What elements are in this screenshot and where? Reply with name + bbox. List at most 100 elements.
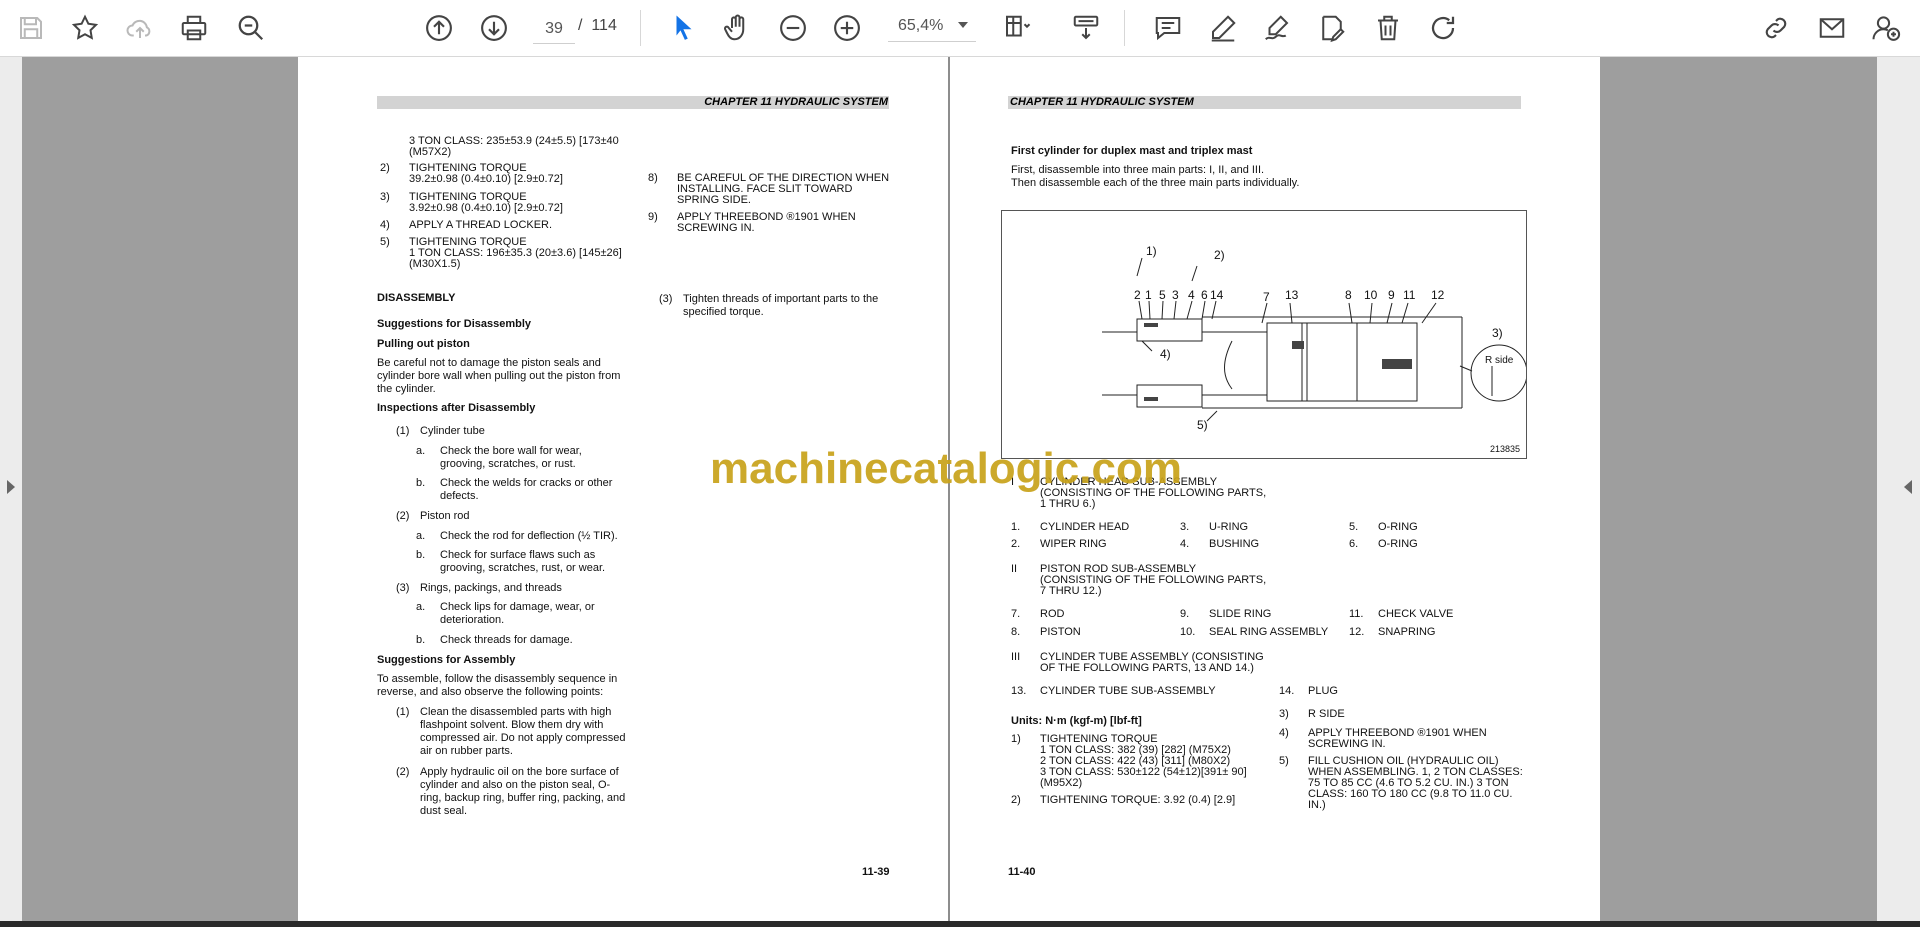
draw-sign-icon[interactable] xyxy=(1258,9,1296,47)
total-pages: 114 xyxy=(591,17,617,34)
part-number: 7. xyxy=(1011,608,1021,620)
expand-left-panel-icon[interactable] xyxy=(7,480,15,494)
part-number: 5. xyxy=(1349,521,1359,533)
edit-text-icon[interactable] xyxy=(1313,9,1351,47)
hand-tool-icon[interactable] xyxy=(718,9,756,47)
cloud-upload-icon[interactable] xyxy=(121,9,159,47)
cylinder-diagram: 2 1 5 3 4 6 14 7 13 8 10 9 11 12 1) 2) 3… xyxy=(1001,210,1528,459)
diagram-callout: 1) xyxy=(1146,244,1157,258)
page-number: 11-39 xyxy=(862,866,890,878)
chevron-down-icon[interactable] xyxy=(958,22,968,28)
list-item: Apply hydraulic oil on the bore surface … xyxy=(420,766,619,778)
cylinder-drawing: 2 1 5 3 4 6 14 7 13 8 10 9 11 12 1) 2) 3… xyxy=(1102,244,1528,454)
share-link-icon[interactable] xyxy=(1757,9,1795,47)
print-icon[interactable] xyxy=(175,9,213,47)
group-number: II xyxy=(1011,563,1018,575)
list-letter: b. xyxy=(416,477,426,489)
page-separator: / xyxy=(578,17,583,34)
list-item: ring, backup ring, buffer ring, packing,… xyxy=(420,792,626,804)
subsection-heading: Inspections after Disassembly xyxy=(377,402,536,414)
diagram-callout: 3 xyxy=(1172,288,1179,302)
list-letter: a. xyxy=(416,601,426,613)
paragraph-line: cylinder bore wall when pulling out the … xyxy=(377,370,621,382)
zoom-level-select[interactable]: 65,4% xyxy=(888,14,976,42)
note-number: 4) xyxy=(380,219,390,231)
zoom-search-icon[interactable] xyxy=(232,9,270,47)
group-title: 7 THRU 12.) xyxy=(1040,585,1102,597)
note-number: 9) xyxy=(648,211,658,223)
chapter-header: CHAPTER 11 HYDRAULIC SYSTEM xyxy=(377,96,889,109)
add-user-icon[interactable] xyxy=(1867,9,1905,47)
list-item: Clean the disassembled parts with high xyxy=(420,706,612,718)
part-number: 9. xyxy=(1180,608,1190,620)
list-item: Cylinder tube xyxy=(420,425,485,437)
part-name: WIPER RING xyxy=(1040,538,1107,550)
figure-id: 213835 xyxy=(1490,444,1520,454)
part-number: 12. xyxy=(1349,626,1365,638)
list-letter: a. xyxy=(416,445,426,457)
list-item: Check lips for damage, wear, or xyxy=(440,601,595,613)
spec-line: (M57X2) xyxy=(409,146,452,158)
list-item: cylinder and also on the piston seal, O- xyxy=(420,779,611,791)
list-item: dust seal. xyxy=(420,805,468,817)
expand-right-panel-icon[interactable] xyxy=(1904,480,1912,494)
paragraph-line: the cylinder. xyxy=(377,383,436,395)
spec-line: SCREWING IN. xyxy=(1308,738,1386,750)
section-heading: DISASSEMBLY xyxy=(377,292,456,304)
list-item: Check the welds for cracks or other xyxy=(440,477,613,489)
diagram-callout: 10 xyxy=(1364,288,1378,302)
diagram-callout: R side xyxy=(1485,355,1514,366)
part-number: 11. xyxy=(1349,608,1364,620)
list-letter: b. xyxy=(416,634,426,646)
list-letter: a. xyxy=(416,530,426,542)
diagram-callout: 9 xyxy=(1388,288,1395,302)
diagram-callout: 13 xyxy=(1285,288,1299,302)
part-number: 2. xyxy=(1011,538,1021,550)
spec-line: 39.2±0.98 (0.4±0.10) [2.9±0.72] xyxy=(409,173,563,185)
spec-line: IN.) xyxy=(1308,799,1326,811)
comment-icon[interactable] xyxy=(1149,9,1187,47)
spec-line: 3.92±0.98 (0.4±0.10) [2.9±0.72] xyxy=(409,202,563,214)
paragraph-line: Then disassemble each of the three main … xyxy=(1011,177,1300,189)
save-icon[interactable] xyxy=(12,9,50,47)
part-name: U-RING xyxy=(1209,521,1249,533)
list-item: Check the bore wall for wear, xyxy=(440,445,582,457)
list-letter: b. xyxy=(416,549,426,561)
part-number: 10. xyxy=(1180,626,1196,638)
group-title: OF THE FOLLOWING PARTS, 13 AND 14.) xyxy=(1040,662,1254,674)
page-up-icon[interactable] xyxy=(420,9,458,47)
diagram-callout: 7 xyxy=(1263,290,1270,304)
zoom-in-icon[interactable] xyxy=(828,9,866,47)
diagram-callout: 14 xyxy=(1210,288,1224,302)
highlight-pen-icon[interactable] xyxy=(1204,9,1242,47)
paragraph-line: To assemble, follow the disassembly sequ… xyxy=(377,673,618,685)
part-name: SNAPRING xyxy=(1378,626,1436,638)
spec-line: SPRING SIDE. xyxy=(677,194,751,206)
select-cursor-icon[interactable] xyxy=(665,9,703,47)
list-item: Piston rod xyxy=(420,510,470,522)
diagram-callout: 3) xyxy=(1492,326,1503,340)
zoom-out-icon[interactable] xyxy=(774,9,812,47)
diagram-callout: 5 xyxy=(1159,288,1166,302)
page-number: 11-40 xyxy=(1008,866,1036,878)
subsection-heading: Suggestions for Disassembly xyxy=(377,318,532,330)
rotate-icon[interactable] xyxy=(1424,9,1462,47)
list-item: grooving, scratches, or rust. xyxy=(440,458,576,470)
list-number: (3) xyxy=(396,582,410,594)
delete-icon[interactable] xyxy=(1369,9,1407,47)
note-number: 4) xyxy=(1279,727,1289,739)
part-name: ROD xyxy=(1040,608,1065,620)
scroll-mode-icon[interactable] xyxy=(1067,9,1105,47)
diagram-callout: 5) xyxy=(1197,418,1208,432)
part-name: O-RING xyxy=(1378,521,1418,533)
part-number: 6. xyxy=(1349,538,1359,550)
part-name: PISTON xyxy=(1040,626,1081,638)
list-number: (2) xyxy=(396,510,410,522)
note-number: 2) xyxy=(380,162,390,174)
page-down-icon[interactable] xyxy=(475,9,513,47)
email-icon[interactable] xyxy=(1813,9,1851,47)
fit-page-icon[interactable] xyxy=(998,9,1036,47)
note-number: 2) xyxy=(1011,794,1021,806)
bookmark-star-icon[interactable] xyxy=(66,9,104,47)
page-number-input[interactable] xyxy=(533,14,575,44)
